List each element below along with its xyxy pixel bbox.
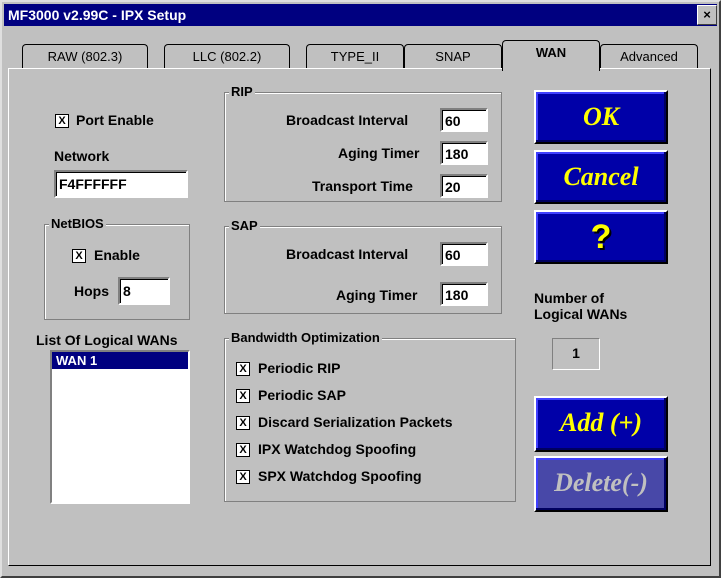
periodic-sap-checkbox[interactable]: X	[236, 389, 250, 403]
help-button[interactable]: ?	[534, 210, 668, 264]
rip-transport-label: Transport Time	[312, 178, 413, 194]
title-bar: MF3000 v2.99C - IPX Setup ×	[4, 4, 717, 26]
sap-broadcast-input[interactable]: 60	[440, 242, 488, 266]
rip-broadcast-input[interactable]: 60	[440, 108, 488, 132]
add-button[interactable]: Add (+)	[534, 396, 668, 452]
window-title: MF3000 v2.99C - IPX Setup	[8, 7, 187, 23]
tab-advanced[interactable]: Advanced	[600, 44, 698, 69]
sap-aging-input[interactable]: 180	[440, 282, 488, 306]
rip-aging-input[interactable]: 180	[440, 141, 488, 165]
discard-serialization-checkbox[interactable]: X	[236, 416, 250, 430]
spx-watchdog-label: SPX Watchdog Spoofing	[258, 468, 422, 484]
periodic-rip-checkbox[interactable]: X	[236, 362, 250, 376]
close-button[interactable]: ×	[697, 5, 717, 25]
wan-count-value: 1	[552, 338, 600, 370]
help-icon: ?	[590, 218, 612, 256]
hops-input[interactable]: 8	[118, 277, 170, 305]
tab-raw[interactable]: RAW (802.3)	[22, 44, 148, 69]
ipx-watchdog-checkbox[interactable]: X	[236, 443, 250, 457]
cancel-button[interactable]: Cancel	[534, 150, 668, 204]
wan-list-label: List Of Logical WANs	[36, 332, 178, 348]
wan-listbox[interactable]: WAN 1	[50, 350, 190, 504]
rip-transport-input[interactable]: 20	[440, 174, 488, 198]
hops-label: Hops	[74, 283, 109, 299]
ipx-watchdog-label: IPX Watchdog Spoofing	[258, 441, 417, 457]
network-label: Network	[54, 148, 110, 164]
rip-aging-label: Aging Timer	[338, 145, 420, 161]
sap-broadcast-label: Broadcast Interval	[286, 246, 409, 262]
wan-count-label-1: Number of	[534, 290, 604, 306]
wan-count-label-2: Logical WANs	[534, 306, 628, 322]
delete-button[interactable]: Delete(-)	[534, 456, 668, 512]
tab-llc[interactable]: LLC (802.2)	[164, 44, 290, 69]
rip-broadcast-label: Broadcast Interval	[286, 112, 409, 128]
network-input[interactable]: F4FFFFFF	[54, 170, 188, 198]
periodic-rip-label: Periodic RIP	[258, 360, 341, 376]
netbios-group: NetBIOS	[44, 216, 190, 320]
ok-button[interactable]: OK	[534, 90, 668, 144]
netbios-enable-label: Enable	[94, 247, 140, 263]
netbios-title: NetBIOS	[49, 216, 106, 231]
sap-aging-label: Aging Timer	[336, 287, 418, 303]
netbios-enable-checkbox[interactable]: X	[72, 249, 86, 263]
discard-serialization-label: Discard Serialization Packets	[258, 414, 453, 430]
tab-snap[interactable]: SNAP	[404, 44, 502, 69]
periodic-sap-label: Periodic SAP	[258, 387, 346, 403]
bandwidth-title: Bandwidth Optimization	[229, 330, 382, 345]
port-enable-label: Port Enable	[76, 112, 154, 128]
spx-watchdog-checkbox[interactable]: X	[236, 470, 250, 484]
tab-type-ii[interactable]: TYPE_II	[306, 44, 404, 69]
rip-title: RIP	[229, 84, 255, 99]
wan-list-item[interactable]: WAN 1	[52, 352, 188, 369]
sap-title: SAP	[229, 218, 260, 233]
tab-wan[interactable]: WAN	[502, 40, 600, 71]
port-enable-checkbox[interactable]: X	[55, 114, 69, 128]
